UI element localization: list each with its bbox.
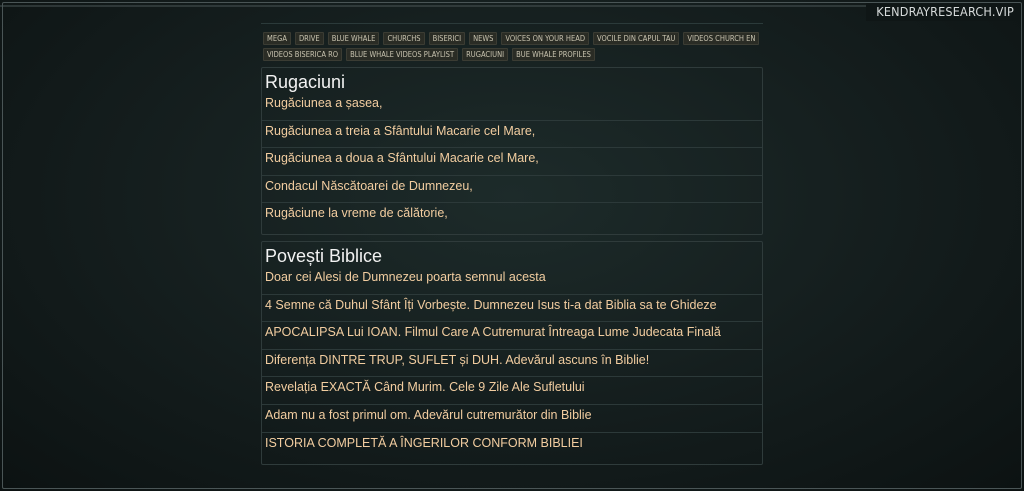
list-item[interactable]: Diferența DINTRE TRUP, SUFLET și DUH. Ad… (262, 350, 762, 378)
list-item[interactable]: 4 Semne că Duhul Sfânt Îți Vorbește. Dum… (262, 295, 762, 323)
site-brand[interactable]: KENDRAYRESEARCH.VIP (866, 3, 1018, 21)
nav-tag-rugaciuni[interactable]: RUGACIUNI (462, 48, 509, 61)
nav-tag-vocile-din-capul-tau[interactable]: VOCILE DIN CAPUL TAU (593, 32, 680, 45)
list-item[interactable]: Rugăciunea a șasea, (262, 93, 762, 121)
content-column: MEGA DRIVE BLUE WHALE CHURCHS BISERICI N… (261, 0, 763, 491)
section-list: Rugăciunea a șasea, Rugăciunea a treia a… (262, 93, 762, 231)
nav-tag-churchs[interactable]: CHURCHS (383, 32, 425, 45)
tag-nav: MEGA DRIVE BLUE WHALE CHURCHS BISERICI N… (263, 32, 763, 61)
section-rugaciuni: Rugaciuni Rugăciunea a șasea, Rugăciunea… (261, 67, 763, 235)
nav-tag-voices-on-your-head[interactable]: VOICES ON YOUR HEAD (501, 32, 590, 45)
nav-tag-mega[interactable]: MEGA (263, 32, 291, 45)
list-item[interactable]: Doar cei Alesi de Dumnezeu poarta semnul… (262, 267, 762, 295)
list-item[interactable]: APOCALIPSA Lui IOAN. Filmul Care A Cutre… (262, 322, 762, 350)
nav-tag-blue-whale-videos-playlist[interactable]: BLUE WHALE VIDEOS PLAYLIST (346, 48, 459, 61)
section-list: Doar cei Alesi de Dumnezeu poarta semnul… (262, 267, 762, 460)
section-title: Povești Biblice (265, 246, 383, 266)
list-item[interactable]: Rugăciunea a treia a Sfântului Macarie c… (262, 121, 762, 149)
list-item[interactable]: Rugăciunea a doua a Sfântului Macarie ce… (262, 148, 762, 176)
list-item[interactable]: Revelația EXACTĂ Când Murim. Cele 9 Zile… (262, 377, 762, 405)
list-item[interactable]: Rugăciune la vreme de călătorie, (262, 203, 762, 231)
nav-tag-news[interactable]: NEWS (469, 32, 498, 45)
list-item[interactable]: Adam nu a fost primul om. Adevărul cutre… (262, 405, 762, 433)
nav-tag-bue-whale-profiles[interactable]: BUE WHALE PROFILES (512, 48, 595, 61)
list-item[interactable]: ISTORIA COMPLETĂ A ÎNGERILOR CONFORM BIB… (262, 433, 762, 461)
section-title: Rugaciuni (265, 72, 346, 92)
nav-tag-biserici[interactable]: BISERICI (428, 32, 466, 45)
nav-tag-drive[interactable]: DRIVE (294, 32, 324, 45)
nav-tag-videos-biserica-ro[interactable]: VIDEOS BISERICA RO (263, 48, 343, 61)
top-divider (261, 23, 763, 24)
list-item[interactable]: Condacul Născătoarei de Dumnezeu, (262, 176, 762, 204)
nav-tag-videos-church-en[interactable]: VIDEOS CHURCH EN (683, 32, 760, 45)
section-povesti-biblice: Povești Biblice Doar cei Alesi de Dumnez… (261, 241, 763, 465)
nav-tag-blue-whale[interactable]: BLUE WHALE (327, 32, 380, 45)
